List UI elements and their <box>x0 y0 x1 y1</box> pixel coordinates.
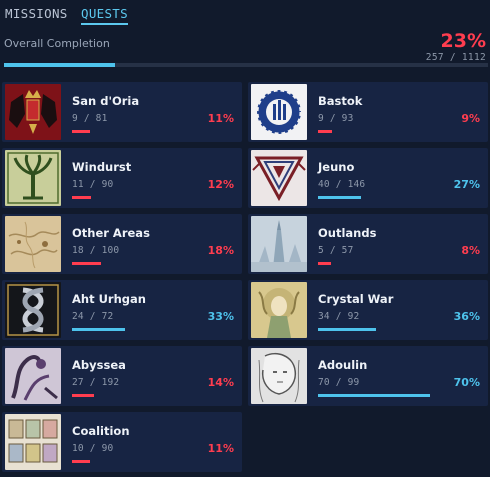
card-percent: 9% <box>461 112 480 125</box>
card-count: 18 / 100 <box>72 245 120 256</box>
quest-card-aht-urhgan[interactable]: Aht Urhgan 24 / 72 33% <box>2 280 242 340</box>
card-count: 70 / 99 <box>318 377 360 388</box>
card-percent: 18% <box>207 244 234 257</box>
outlands-tower-icon <box>251 216 307 272</box>
card-progress-bar <box>72 196 91 199</box>
card-count: 11 / 90 <box>72 179 114 190</box>
quest-card-bastok[interactable]: Bastok 9 / 93 9% <box>248 82 488 142</box>
card-percent: 8% <box>461 244 480 257</box>
card-count: 5 / 57 <box>318 245 354 256</box>
card-title: San d'Oria <box>72 94 140 108</box>
card-progress-bar <box>318 328 376 331</box>
card-title: Outlands <box>318 226 377 240</box>
card-title: Abyssea <box>72 358 126 372</box>
overall-progress-fill <box>4 63 115 67</box>
tab-missions[interactable]: MISSIONS <box>5 6 68 23</box>
card-title: Jeuno <box>318 160 355 174</box>
quest-card-jeuno[interactable]: Jeuno 40 / 146 27% <box>248 148 488 208</box>
card-title: Other Areas <box>72 226 150 240</box>
tab-quests[interactable]: QUESTS <box>81 6 128 25</box>
card-count: 34 / 92 <box>318 311 360 322</box>
card-percent: 70% <box>453 376 480 389</box>
bastok-emblem-icon <box>251 84 307 140</box>
overall-completion-count: 257 / 1112 <box>425 52 486 63</box>
card-percent: 33% <box>207 310 234 323</box>
quest-card-adoulin[interactable]: Adoulin 70 / 99 70% <box>248 346 488 406</box>
card-progress-bar <box>318 130 332 133</box>
windurst-tree-icon <box>5 150 61 206</box>
card-progress-bar <box>72 460 90 463</box>
jeuno-triangle-icon <box>251 150 307 206</box>
card-title: Windurst <box>72 160 132 174</box>
card-percent: 11% <box>207 112 234 125</box>
quest-card-windurst[interactable]: Windurst 11 / 90 12% <box>2 148 242 208</box>
card-percent: 14% <box>207 376 234 389</box>
card-count: 9 / 81 <box>72 113 108 124</box>
card-progress-bar <box>318 196 361 199</box>
card-count: 27 / 192 <box>72 377 120 388</box>
card-title: Bastok <box>318 94 363 108</box>
card-count: 9 / 93 <box>318 113 354 124</box>
quest-card-outlands[interactable]: Outlands 5 / 57 8% <box>248 214 488 274</box>
quest-card-coalition[interactable]: Coalition 10 / 90 11% <box>2 412 242 472</box>
card-count: 24 / 72 <box>72 311 114 322</box>
aht-urhgan-serpent-icon <box>5 282 61 338</box>
adoulin-sketch-icon <box>251 348 307 404</box>
card-percent: 27% <box>453 178 480 191</box>
card-progress-bar <box>318 262 331 265</box>
overall-progress-bar <box>4 63 488 67</box>
map-parchment-icon <box>5 216 61 272</box>
card-count: 10 / 90 <box>72 443 114 454</box>
quest-card-other-areas[interactable]: Other Areas 18 / 100 18% <box>2 214 242 274</box>
card-percent: 11% <box>207 442 234 455</box>
quest-card-crystal-war[interactable]: Crystal War 34 / 92 36% <box>248 280 488 340</box>
card-title: Coalition <box>72 424 130 438</box>
card-title: Crystal War <box>318 292 394 306</box>
overall-completion-label: Overall Completion <box>4 37 110 50</box>
card-percent: 12% <box>207 178 234 191</box>
quest-card-sandoria[interactable]: San d'Oria 9 / 81 11% <box>2 82 242 142</box>
card-progress-bar <box>72 130 90 133</box>
card-title: Aht Urhgan <box>72 292 146 306</box>
card-percent: 36% <box>453 310 480 323</box>
crystal-war-artwork-icon <box>251 282 307 338</box>
card-title: Adoulin <box>318 358 368 372</box>
quest-card-abyssea[interactable]: Abyssea 27 / 192 14% <box>2 346 242 406</box>
card-progress-bar <box>318 394 430 397</box>
card-count: 40 / 146 <box>318 179 366 190</box>
coalition-stamps-icon <box>5 414 61 470</box>
card-progress-bar <box>72 328 125 331</box>
sandoria-crest-icon <box>5 84 61 140</box>
overall-completion-percent: 23% <box>440 30 486 52</box>
card-progress-bar <box>72 394 94 397</box>
abyssea-artwork-icon <box>5 348 61 404</box>
card-progress-bar <box>72 262 101 265</box>
